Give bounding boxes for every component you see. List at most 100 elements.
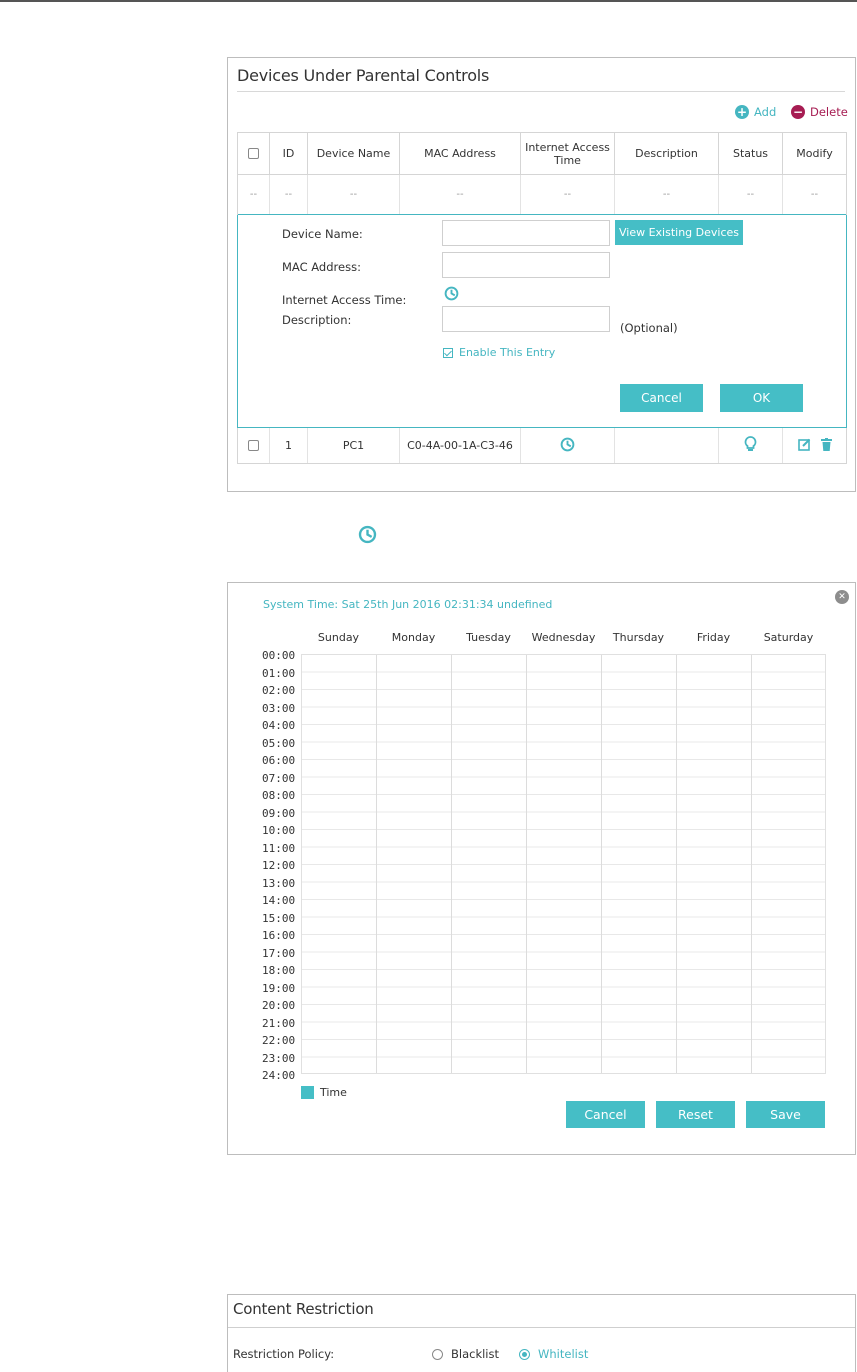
hour-label: 09:00 — [262, 806, 296, 820]
whitelist-radio[interactable]: Whitelist — [519, 1347, 588, 1361]
row-status-cell — [719, 428, 783, 463]
hour-label: 20:00 — [262, 999, 296, 1012]
content-restriction-panel: Content Restriction Restriction Policy: … — [227, 1294, 856, 1372]
device-entry-form: Device Name: View Existing Devices MAC A… — [237, 215, 847, 428]
day-header-thursday: Thursday — [612, 631, 665, 644]
mac-address-input[interactable] — [442, 252, 610, 278]
placeholder-cell: -- — [719, 175, 783, 214]
schedule-reset-button[interactable]: Reset — [656, 1101, 735, 1128]
add-label: Add — [754, 105, 777, 119]
lightbulb-icon[interactable] — [744, 436, 757, 455]
row-description — [615, 428, 719, 463]
trash-icon[interactable] — [820, 437, 832, 454]
placeholder-cell: -- — [400, 175, 521, 214]
description-label: Description: — [282, 313, 352, 327]
edit-icon[interactable] — [797, 438, 811, 454]
schedule-cancel-button[interactable]: Cancel — [566, 1101, 645, 1128]
hour-label: 03:00 — [262, 701, 296, 715]
description-input[interactable] — [442, 306, 610, 332]
add-button[interactable]: + Add — [735, 105, 776, 119]
devices-panel-title: Devices Under Parental Controls — [237, 66, 490, 85]
hour-label: 05:00 — [262, 736, 296, 750]
placeholder-cell: -- — [308, 175, 400, 214]
view-existing-devices-button[interactable]: View Existing Devices — [615, 220, 743, 245]
select-all-checkbox[interactable] — [248, 148, 259, 159]
row-modify-cell — [783, 428, 846, 463]
device-name-input[interactable] — [442, 220, 610, 246]
blacklist-radio[interactable]: Blacklist — [432, 1347, 499, 1361]
hour-label: 04:00 — [262, 719, 296, 732]
row-checkbox[interactable] — [248, 440, 259, 451]
hour-label: 17:00 — [262, 946, 296, 960]
hour-label: 08:00 — [262, 789, 296, 802]
plus-icon: + — [735, 105, 749, 119]
legend-swatch — [301, 1086, 314, 1099]
enable-entry-toggle[interactable]: Enable This Entry — [443, 346, 555, 359]
hour-label: 18:00 — [262, 964, 296, 977]
schedule-grid[interactable] — [301, 654, 826, 1074]
legend-label: Time — [320, 1086, 347, 1099]
placeholder-cell: -- — [615, 175, 719, 214]
placeholder-cell: -- — [521, 175, 615, 214]
form-ok-button[interactable]: OK — [720, 384, 803, 412]
column-header-mac-address: MAC Address — [400, 133, 521, 174]
optional-hint: (Optional) — [620, 321, 678, 335]
enable-entry-label: Enable This Entry — [459, 346, 556, 359]
row-mac-address: C0-4A-00-1A-C3-46 — [400, 428, 521, 463]
column-header-id: ID — [270, 133, 308, 174]
hour-label: 01:00 — [262, 666, 296, 680]
schedule-save-button[interactable]: Save — [746, 1101, 825, 1128]
form-cancel-button[interactable]: Cancel — [620, 384, 703, 412]
hour-label: 10:00 — [262, 824, 296, 837]
day-header-monday: Monday — [391, 631, 436, 644]
title-divider — [228, 1327, 855, 1328]
hour-label: 22:00 — [262, 1034, 296, 1047]
hour-label: 11:00 — [262, 841, 296, 855]
column-header-modify: Modify — [796, 147, 833, 160]
hour-label: 14:00 — [262, 894, 296, 907]
column-header-internet-access-time: Internet Access Time — [521, 133, 615, 174]
row-device-name: PC1 — [308, 428, 400, 463]
system-time-text: System Time: Sat 25th Jun 2016 02:31:34 … — [263, 598, 553, 611]
hour-label: 02:00 — [262, 684, 296, 697]
radio-circle-selected[interactable] — [519, 1348, 530, 1360]
close-icon[interactable]: ✕ — [835, 590, 849, 604]
page-top-rule — [0, 0, 857, 2]
row-select-cell — [238, 428, 270, 463]
row-id: 1 — [270, 428, 308, 463]
blacklist-label: Blacklist — [451, 1347, 500, 1361]
column-header-status: Status — [719, 133, 783, 174]
content-restriction-title: Content Restriction — [233, 1300, 374, 1318]
day-header-saturday: Saturday — [763, 631, 814, 644]
schedule-dialog: System Time: Sat 25th Jun 2016 02:31:34 … — [227, 582, 856, 1155]
restriction-policy-label: Restriction Policy: — [233, 1347, 335, 1361]
hour-label: 23:00 — [262, 1051, 296, 1065]
clock-icon — [358, 525, 377, 548]
day-header-tuesday: Tuesday — [466, 631, 511, 644]
placeholder-cell: -- — [238, 175, 270, 214]
day-header-sunday: Sunday — [317, 631, 360, 644]
day-header-row: Sunday Monday Tuesday Wednesday Thursday… — [301, 631, 826, 644]
hour-label: 13:00 — [262, 876, 296, 890]
minus-icon: − — [791, 105, 805, 119]
device-name-label: Device Name: — [282, 227, 363, 241]
hour-label: 16:00 — [262, 929, 296, 942]
column-header-description: Description — [615, 133, 719, 174]
hour-labels: 00:00 01:00 02:00 03:00 04:00 05:00 06:00 07:00… — [262, 647, 295, 1085]
hour-label: 07:00 — [262, 771, 296, 785]
radio-circle[interactable] — [432, 1348, 443, 1360]
hour-label: 19:00 — [262, 981, 296, 995]
internet-access-time-label: Internet Access Time: — [282, 293, 407, 307]
select-all-cell — [238, 133, 270, 174]
devices-panel: Devices Under Parental Controls + Add − … — [227, 57, 856, 492]
delete-button[interactable]: − Delete — [791, 105, 848, 119]
mac-address-label: MAC Address: — [282, 260, 361, 274]
enable-entry-checkbox[interactable] — [443, 347, 453, 358]
whitelist-label: Whitelist — [538, 1347, 589, 1361]
clock-icon[interactable] — [444, 286, 459, 305]
hour-label: 21:00 — [262, 1016, 296, 1030]
hour-label: 12:00 — [262, 859, 296, 872]
title-divider — [237, 91, 845, 92]
clock-icon[interactable] — [560, 437, 575, 455]
placeholder-cell: -- — [810, 189, 819, 200]
